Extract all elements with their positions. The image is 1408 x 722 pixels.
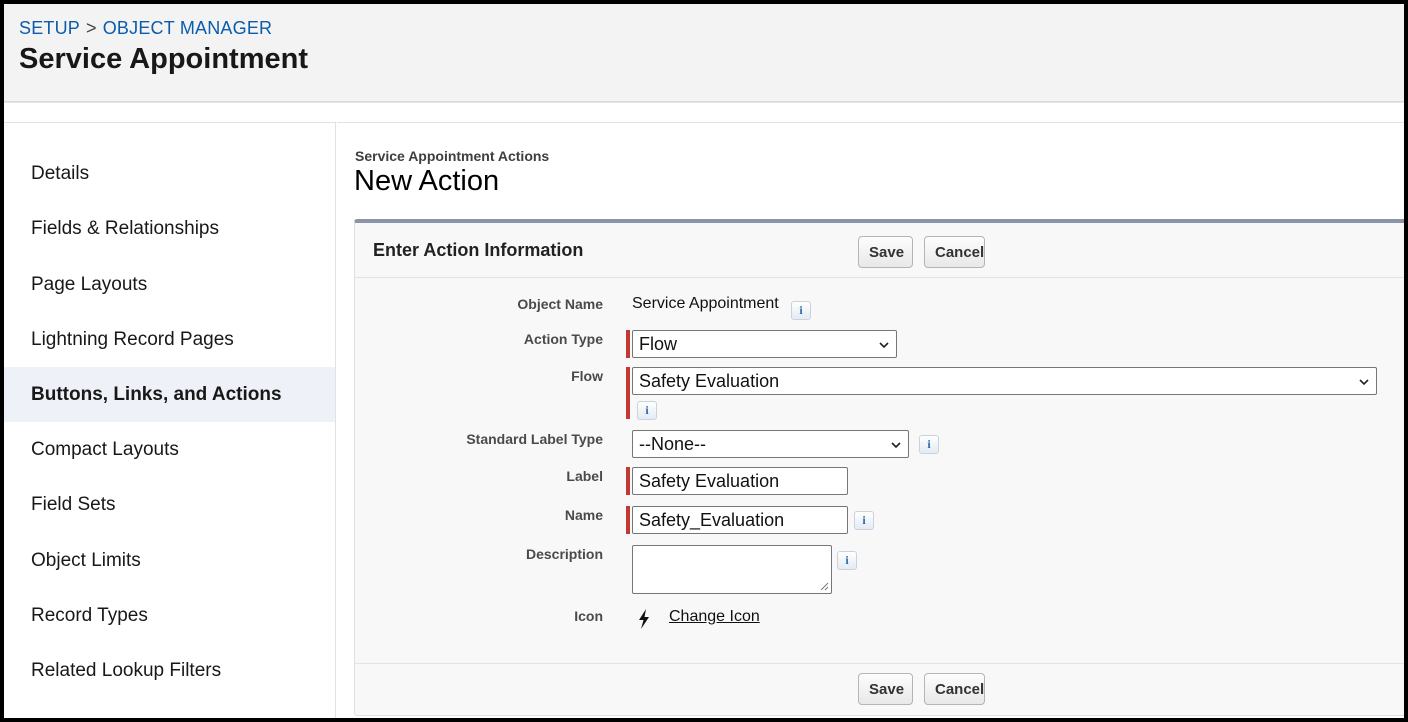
description-label: Description [525,546,603,562]
icon-field-label: Icon [574,608,603,624]
change-icon-link[interactable]: Change Icon [669,608,760,626]
sidebar-item-related-lookup-filters[interactable]: Related Lookup Filters [4,643,335,698]
label-input[interactable]: Safety Evaluation [632,467,848,495]
standard-label-type-label: Standard Label Type [466,431,603,447]
action-info-panel: Enter Action Information Save Cancel Obj… [354,219,1404,716]
chevron-down-icon [891,442,901,449]
chevron-down-icon [1359,379,1369,386]
standard-label-type-select[interactable]: --None-- [632,430,909,458]
label-field-label: Label [566,468,603,484]
header-spacer [4,103,1404,121]
action-type-required-indicator [626,330,630,358]
cancel-button-bottom[interactable]: Cancel [924,673,985,705]
breadcrumb: SETUP > OBJECT MANAGER [19,18,272,39]
flow-label: Flow [571,368,603,384]
object-name-info-icon[interactable]: i [791,301,811,320]
lightning-bolt-icon [639,609,649,629]
breadcrumb-setup-link[interactable]: SETUP [19,18,80,38]
chevron-down-icon [879,342,889,349]
description-textarea[interactable] [632,545,832,594]
section-title: New Action [354,165,500,197]
label-required-indicator [626,467,630,495]
panel-header: Enter Action Information Save Cancel [355,223,1404,278]
description-info-icon[interactable]: i [837,551,857,570]
action-type-label: Action Type [523,331,603,347]
name-required-indicator [626,506,630,534]
save-button-bottom[interactable]: Save [858,673,913,705]
name-field-label: Name [564,507,603,523]
action-type-selected: Flow [639,334,678,354]
sidebar-item-record-types[interactable]: Record Types [4,588,335,643]
section-subtitle: Service Appointment Actions [355,148,550,164]
main-content: Service Appointment Actions New Action E… [337,122,1404,718]
page-title: Service Appointment [19,43,308,75]
flow-select[interactable]: Safety Evaluation [632,367,1377,395]
sidebar-item-object-limits[interactable]: Object Limits [4,533,335,588]
breadcrumb-separator: > [86,18,97,38]
app-frame: SETUP > OBJECT MANAGER Service Appointment… [4,4,1404,718]
action-type-select[interactable]: Flow [632,330,897,358]
flow-info-icon[interactable]: i [637,401,657,420]
flow-required-indicator [626,367,630,419]
panel-title: Enter Action Information [373,240,584,260]
name-input[interactable]: Safety_Evaluation [632,506,848,534]
sidebar-item-page-layouts[interactable]: Page Layouts [4,257,335,312]
sidebar-item-lightning-record-pages[interactable]: Lightning Record Pages [4,312,335,367]
sidebar-item-field-sets[interactable]: Field Sets [4,477,335,532]
sidebar-item-fields-relationships[interactable]: Fields & Relationships [4,201,335,256]
panel-footer: Save Cancel [355,663,1404,717]
page-header: SETUP > OBJECT MANAGER Service Appointment [4,4,1404,102]
panel-body: Object Name Service Appointment i Action… [355,279,1404,662]
sidebar-item-compact-layouts[interactable]: Compact Layouts [4,422,335,477]
standard-label-type-info-icon[interactable]: i [919,435,939,454]
save-button-top[interactable]: Save [858,236,913,268]
sidebar-item-buttons-links-actions[interactable]: Buttons, Links, and Actions [4,367,335,422]
standard-label-type-selected: --None-- [639,434,707,454]
name-info-icon[interactable]: i [854,511,874,530]
object-name-label: Object Name [517,296,603,312]
resize-grip-icon[interactable] [820,582,829,591]
sidebar: Details Fields & Relationships Page Layo… [4,122,336,718]
cancel-button-top[interactable]: Cancel [924,236,985,268]
sidebar-item-details[interactable]: Details [4,146,335,201]
flow-selected: Safety Evaluation [639,371,780,391]
object-name-value: Service Appointment [632,295,779,312]
breadcrumb-object-manager-link[interactable]: OBJECT MANAGER [103,18,273,38]
